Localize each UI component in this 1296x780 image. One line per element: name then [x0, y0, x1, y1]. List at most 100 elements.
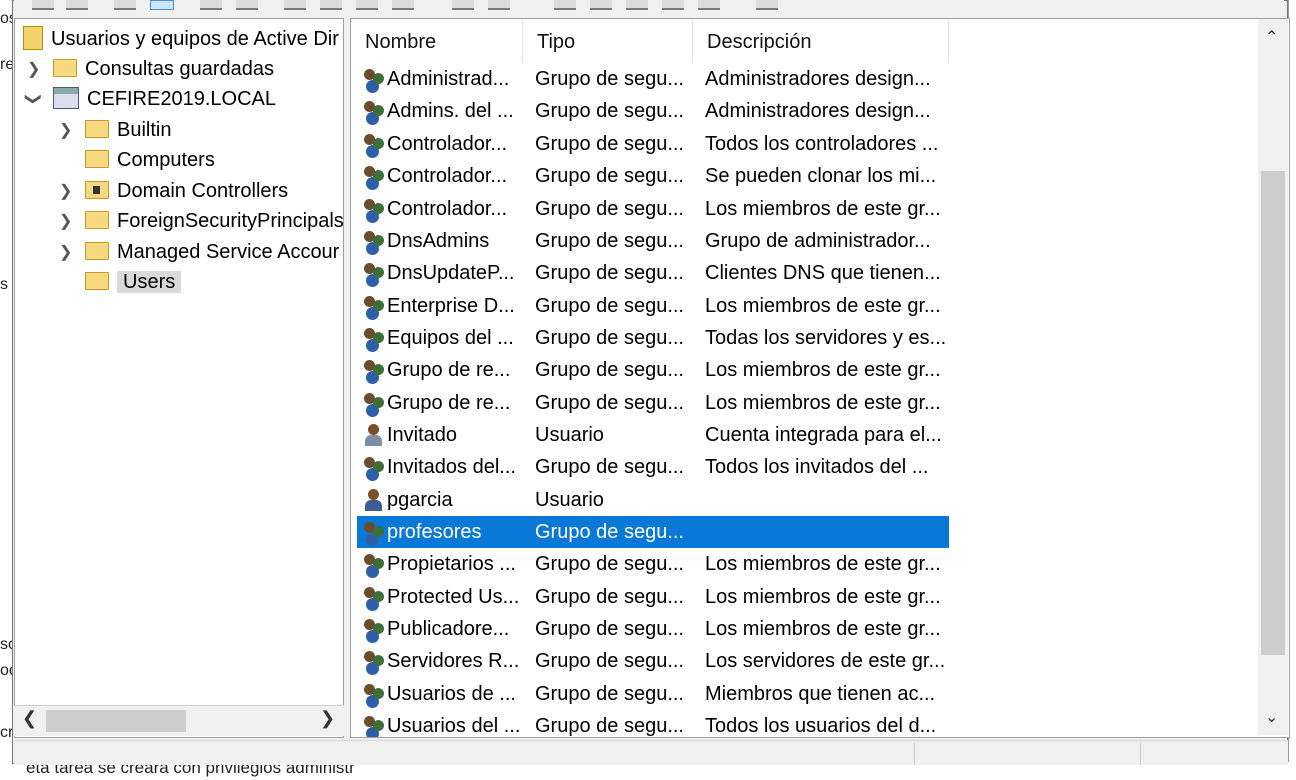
tree-item-label: Users — [117, 271, 182, 293]
list-row[interactable]: Controlador... Grupo de segu... Los miembr… — [357, 193, 949, 225]
row-type: Grupo de segu... — [535, 198, 684, 220]
list-row[interactable]: Admins. del ... Grupo de segu... Administr… — [357, 95, 949, 127]
list-row[interactable]: Equipos del ... Grupo de segu... Todas los… — [357, 322, 949, 354]
row-name: Controlador... — [387, 198, 508, 220]
row-type: Grupo de segu... — [535, 68, 684, 90]
row-description: Se pueden clonar los mi... — [705, 165, 937, 187]
user-icon — [363, 489, 385, 511]
chevron-down-icon[interactable]: ❯ — [24, 92, 44, 105]
tree-item-label: Consultas guardadas — [85, 58, 275, 80]
row-description: Los miembros de este gr... — [705, 295, 941, 317]
folder-icon — [85, 149, 109, 168]
list-row-selected[interactable]: profesores Grupo de segu... — [357, 516, 949, 548]
chevron-right-icon[interactable]: ❯ — [59, 120, 72, 140]
scroll-left-icon[interactable]: ❮ — [22, 708, 37, 729]
chevron-right-icon[interactable]: ❯ — [59, 211, 72, 231]
row-type: Grupo de segu... — [535, 392, 684, 414]
tree-item-label: Domain Controllers — [117, 180, 289, 202]
move-icon[interactable] — [662, 0, 684, 10]
group-icon — [363, 392, 385, 414]
tree-item-users[interactable]: Users — [85, 268, 182, 296]
scrollbar-thumb[interactable] — [46, 710, 186, 732]
toolbar — [14, 0, 1284, 14]
delete-icon[interactable] — [284, 0, 306, 10]
folder-up-icon[interactable] — [114, 0, 136, 10]
scroll-right-icon[interactable]: ❯ — [320, 708, 335, 729]
list-row[interactable]: Enterprise D... Grupo de segu... Los miemb… — [357, 290, 949, 322]
tree-root[interactable]: Usuarios y equipos de Active Dir — [23, 25, 339, 53]
new-group-icon[interactable] — [488, 0, 510, 10]
details-view-icon[interactable] — [150, 0, 174, 10]
group-icon — [363, 230, 385, 252]
tree-item-label: Builtin — [117, 119, 172, 141]
row-type: Grupo de segu... — [535, 165, 684, 187]
row-name: DnsUpdateP... — [387, 262, 515, 284]
group-icon — [363, 68, 385, 90]
column-header-type[interactable]: Tipo — [523, 19, 693, 63]
list-row[interactable]: Grupo de re... Grupo de segu... Los miembr… — [357, 354, 949, 386]
list-row[interactable]: Protected Us... Grupo de segu... Los miemb… — [357, 581, 949, 613]
row-name: Propietarios ... — [387, 553, 516, 575]
scroll-up-icon[interactable]: ⌃ — [1265, 27, 1278, 47]
new-ou-icon[interactable] — [698, 0, 720, 10]
tree-item-saved-queries[interactable]: Consultas guardadas — [53, 55, 274, 83]
find-icon[interactable] — [590, 0, 612, 10]
list-row[interactable]: Administrad... Grupo de segu... Administra… — [357, 63, 949, 95]
chevron-right-icon[interactable]: ❯ — [59, 181, 72, 201]
tree-item-managed-service-accounts[interactable]: Managed Service Accour — [85, 238, 339, 266]
back-icon[interactable] — [32, 0, 54, 10]
list-row[interactable]: Invitados del... Grupo de segu... Todos lo… — [357, 451, 949, 483]
group-icon — [363, 553, 385, 575]
list-row[interactable]: Publicadore... Grupo de segu... Los miembr… — [357, 613, 949, 645]
properties-icon[interactable] — [200, 0, 222, 10]
ou-folder-icon — [85, 180, 109, 199]
column-header-description[interactable]: Descripción — [693, 19, 949, 63]
list-row[interactable]: pgarcia Usuario — [357, 484, 949, 516]
add-to-group-icon[interactable] — [626, 0, 648, 10]
status-divider — [1140, 743, 1141, 765]
list-row[interactable]: DnsAdmins Grupo de segu... Grupo de admini… — [357, 225, 949, 257]
tree-item-builtin[interactable]: Builtin — [85, 116, 171, 144]
tree-item-computers[interactable]: Computers — [85, 146, 215, 174]
export-icon[interactable] — [356, 0, 378, 10]
chevron-right-icon[interactable]: ❯ — [59, 242, 72, 262]
status-divider — [914, 743, 915, 765]
list-row[interactable]: Usuarios del ... Grupo de segu... Todos lo… — [357, 710, 949, 737]
tree-item-foreign-security-principals[interactable]: ForeignSecurityPrincipals — [85, 207, 344, 235]
folder-icon — [85, 241, 109, 260]
chevron-right-icon[interactable]: ❯ — [27, 59, 40, 79]
column-header-name[interactable]: Nombre — [351, 19, 523, 63]
scrollbar-thumb[interactable] — [1261, 171, 1285, 655]
list-row[interactable]: DnsUpdateP... Grupo de segu... Clientes DN… — [357, 257, 949, 289]
tree-horizontal-scrollbar[interactable]: ❮ ❯ — [14, 705, 344, 736]
forward-icon[interactable] — [66, 0, 88, 10]
list-row[interactable]: Controlador... Grupo de segu... Se pueden … — [357, 160, 949, 192]
folder-icon — [53, 58, 77, 77]
list-vertical-scrollbar[interactable]: ⌃ ⌄ — [1258, 19, 1288, 735]
tree-item-domain[interactable]: CEFIRE2019.LOCAL — [53, 85, 276, 113]
row-name: Controlador... — [387, 165, 508, 187]
filter-icon[interactable] — [554, 0, 576, 10]
row-name: Invitados del... — [387, 456, 516, 478]
list-row[interactable]: Propietarios ... Grupo de segu... Los miem… — [357, 548, 949, 580]
list-row[interactable]: Grupo de re... Grupo de segu... Los miembr… — [357, 387, 949, 419]
details-list: Nombre Tipo Descripción Administrad... Gr… — [350, 18, 1290, 738]
delegate-icon[interactable] — [756, 0, 778, 10]
row-description: Administradores design... — [705, 100, 931, 122]
list-row[interactable]: Invitado Usuario Cuenta integrada para el.… — [357, 419, 949, 451]
list-row[interactable]: Usuarios de ... Grupo de segu... Miembros … — [357, 678, 949, 710]
copy-icon[interactable] — [236, 0, 258, 10]
tree-root-label: Usuarios y equipos de Active Dir — [51, 28, 339, 50]
help-icon[interactable] — [392, 0, 414, 10]
row-type: Grupo de segu... — [535, 359, 684, 381]
scroll-down-icon[interactable]: ⌄ — [1265, 707, 1278, 727]
refresh-icon[interactable] — [320, 0, 342, 10]
row-description: Cuenta integrada para el... — [705, 424, 942, 446]
list-row[interactable]: Servidores R... Grupo de segu... Los servi… — [357, 645, 949, 677]
list-row[interactable]: Controlador... Grupo de segu... Todos los … — [357, 128, 949, 160]
new-user-icon[interactable] — [452, 0, 474, 10]
row-description: Miembros que tienen ac... — [705, 683, 936, 705]
row-description: Clientes DNS que tienen... — [705, 262, 941, 284]
tree-item-label: ForeignSecurityPrincipals — [117, 210, 344, 232]
tree-item-domain-controllers[interactable]: Domain Controllers — [85, 177, 288, 205]
